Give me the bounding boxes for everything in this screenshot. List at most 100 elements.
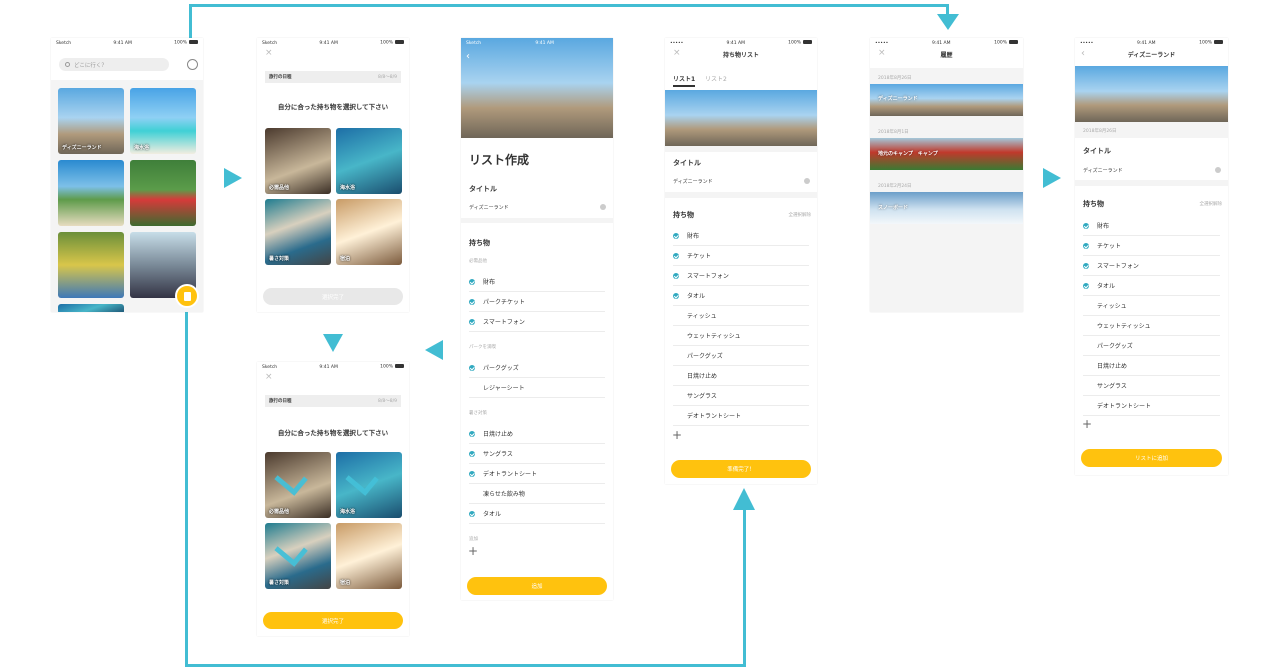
time-label: 9:41 AM	[535, 40, 554, 46]
list-item[interactable]: 財布	[469, 272, 605, 292]
ready-button[interactable]: 準備完了！	[671, 460, 811, 478]
item-label: ティッシュ	[687, 313, 717, 320]
items-label: 持ち物	[1083, 200, 1104, 208]
battery-label: 100%	[994, 40, 1018, 46]
list-item[interactable]: スマートフォン	[469, 312, 605, 332]
arrow-down-icon	[937, 14, 959, 30]
list-item[interactable]: パークグッズ	[469, 358, 605, 378]
check-icon	[1083, 222, 1089, 229]
category-tile[interactable]: 宿泊	[336, 199, 402, 265]
list-item[interactable]: ウェットティッシュ	[1083, 316, 1220, 336]
item-label: パークグッズ	[1097, 343, 1133, 350]
list-item[interactable]: 財布	[1083, 216, 1220, 236]
destination-tile[interactable]	[58, 232, 124, 298]
list-item[interactable]: デオトラントシート	[1083, 396, 1220, 416]
check-icon	[469, 470, 475, 477]
battery-icon	[1214, 40, 1223, 44]
title-field[interactable]: ディズニーランド	[461, 198, 613, 216]
deselect-all-link[interactable]: 全選択解除	[789, 212, 812, 218]
select-done-button[interactable]: 選択完了	[263, 612, 403, 629]
history-item[interactable]: ディズニーランド	[870, 84, 1023, 116]
plus-icon[interactable]: +	[672, 429, 682, 441]
destination-tile[interactable]: 海水浴	[130, 88, 196, 154]
add-to-list-button[interactable]: リストに追加	[1081, 449, 1222, 467]
item-label: サングラス	[1097, 383, 1127, 390]
category-tile[interactable]: 宿泊	[336, 523, 402, 589]
select-done-button[interactable]: 選択完了	[263, 288, 403, 305]
section-label: 必需品他	[469, 259, 487, 264]
battery-label: 100%	[788, 40, 812, 46]
date-bar[interactable]: 旅行の日程 8/8〜8/9	[265, 71, 401, 83]
tile-label: 必需品他	[269, 185, 290, 191]
tab-list2[interactable]: リスト2	[705, 74, 727, 83]
list-item[interactable]: パークグッズ	[1083, 336, 1220, 356]
history-item[interactable]: 地元のキャンプ キャンプ	[870, 138, 1023, 170]
list-item[interactable]: タオル	[1083, 276, 1220, 296]
list-item[interactable]: タオル	[469, 504, 605, 524]
destination-tile[interactable]	[58, 304, 124, 312]
items-label: 持ち物	[469, 239, 490, 247]
list-item[interactable]: 日焼け止め	[1083, 356, 1220, 376]
battery-icon	[394, 364, 404, 368]
list-item[interactable]: 日焼け止め	[469, 424, 605, 444]
add-button[interactable]: 追加	[467, 577, 607, 595]
category-tile[interactable]: 暑さ対策	[265, 199, 331, 265]
list-item[interactable]: チケット	[1083, 236, 1220, 256]
list-item[interactable]: ティッシュ	[673, 306, 809, 326]
close-icon[interactable]: ×	[265, 49, 273, 58]
add-section-label: 追加	[469, 537, 478, 542]
destination-tile[interactable]	[58, 160, 124, 226]
tile-label: 宿泊	[340, 256, 351, 262]
clear-icon[interactable]	[804, 178, 810, 184]
plus-icon[interactable]: +	[468, 545, 478, 557]
arrow-right-icon	[224, 168, 242, 188]
item-list-screen: ••••• 9:41 AM 100% × 持ち物リスト リスト1 リスト2 タイ…	[665, 38, 817, 484]
title-field[interactable]: ディズニーランド	[665, 174, 817, 188]
category-tile-selected[interactable]: 海水浴	[336, 452, 402, 518]
destination-tile[interactable]: ディズニーランド	[58, 88, 124, 154]
item-label: サングラス	[483, 451, 513, 458]
list-item[interactable]: デオトラントシート	[673, 406, 809, 426]
list-item[interactable]: チケット	[673, 246, 809, 266]
list-item[interactable]: スマートフォン	[1083, 256, 1220, 276]
list-item[interactable]: ウェットティッシュ	[673, 326, 809, 346]
close-icon[interactable]: ×	[265, 373, 273, 382]
list-item[interactable]: レジャーシート	[469, 378, 605, 398]
check-icon	[469, 430, 475, 437]
destination-tile[interactable]	[130, 160, 196, 226]
list-item[interactable]: サングラス	[673, 386, 809, 406]
header-photo	[1075, 66, 1228, 122]
back-chevron-icon[interactable]: ‹	[466, 52, 470, 62]
list-item[interactable]: 凍らせた飲み物	[469, 484, 605, 504]
status-bar: ••••• 9:41 AM 100%	[665, 38, 817, 48]
deselect-all-link[interactable]: 全選択解除	[1200, 201, 1223, 207]
search-input[interactable]: どこに行く？	[59, 58, 169, 71]
tab-list1[interactable]: リスト1	[673, 74, 696, 87]
category-tile-selected[interactable]: 暑さ対策	[265, 523, 331, 589]
list-item[interactable]: ティッシュ	[1083, 296, 1220, 316]
history-item[interactable]: スノーボード	[870, 192, 1023, 224]
list-item[interactable]: 財布	[673, 226, 809, 246]
list-item[interactable]: 日焼け止め	[673, 366, 809, 386]
plus-icon[interactable]: +	[1082, 418, 1092, 430]
list-item[interactable]: パークグッズ	[673, 346, 809, 366]
category-tile[interactable]: 必需品他	[265, 128, 331, 194]
date-bar[interactable]: 旅行の日程 8/8〜8/9	[265, 395, 401, 407]
history-clock-icon[interactable]	[187, 59, 198, 70]
select-heading: 自分に合った持ち物を選択して下さい	[277, 429, 389, 437]
category-tile[interactable]: 海水浴	[336, 128, 402, 194]
list-item[interactable]: サングラス	[1083, 376, 1220, 396]
list-item[interactable]: スマートフォン	[673, 266, 809, 286]
list-item[interactable]: サングラス	[469, 444, 605, 464]
category-tile-selected[interactable]: 必需品他	[265, 452, 331, 518]
list-item[interactable]: タオル	[673, 286, 809, 306]
bag-fab-button[interactable]	[175, 284, 199, 308]
tab-label: リスト2	[705, 76, 727, 83]
list-item[interactable]: デオトラントシート	[469, 464, 605, 484]
clear-icon[interactable]	[600, 204, 606, 210]
clear-icon[interactable]	[1215, 167, 1221, 173]
title-field[interactable]: ディズニーランド	[1075, 163, 1228, 177]
list-item[interactable]: パークチケット	[469, 292, 605, 312]
history-date: 2018年8月26日	[1083, 129, 1117, 134]
item-label: タオル	[1097, 283, 1116, 290]
